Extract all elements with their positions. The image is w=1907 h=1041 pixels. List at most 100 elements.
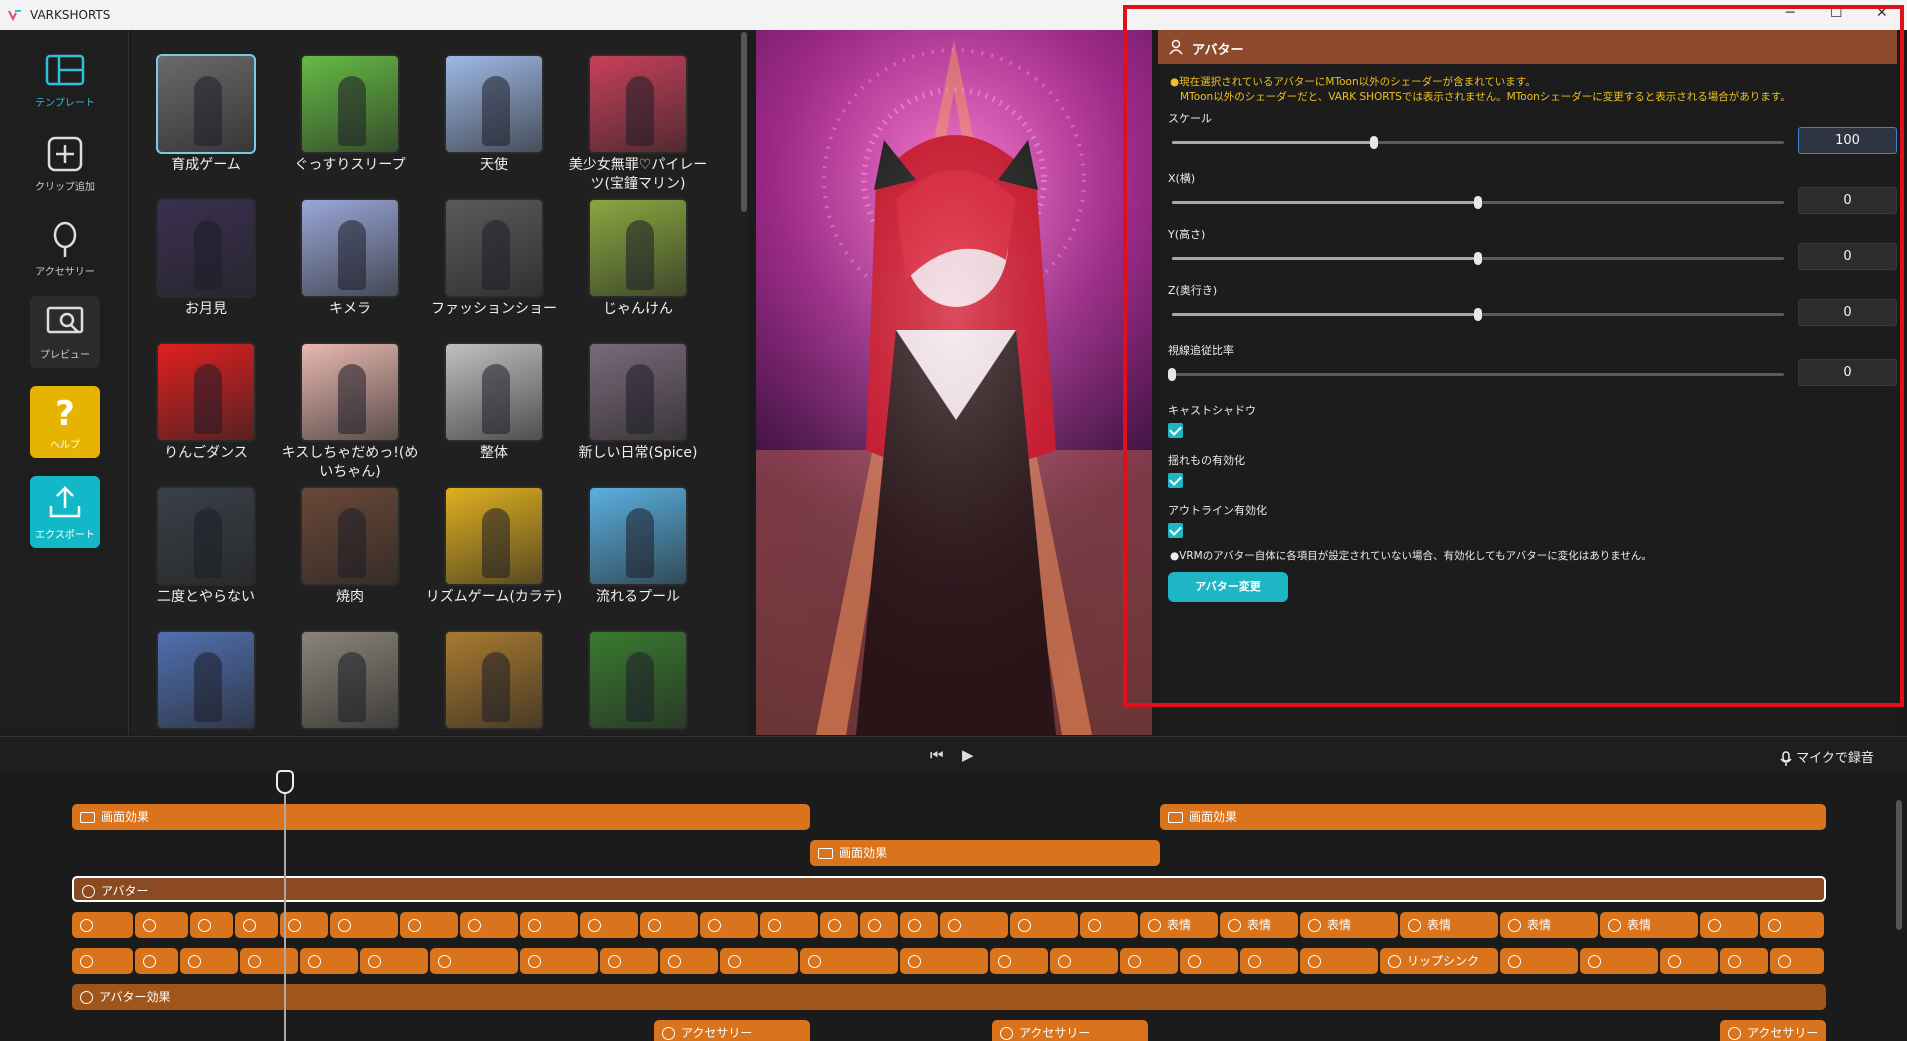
expression-clip[interactable] (190, 912, 233, 938)
lipsync-clip[interactable] (1180, 948, 1238, 974)
expression-clip[interactable]: 表情 (1300, 912, 1398, 938)
template-item[interactable] (136, 630, 276, 732)
template-item[interactable]: 育成ゲーム (136, 54, 276, 175)
expression-clip[interactable]: 表情 (1500, 912, 1598, 938)
lipsync-clip[interactable] (240, 948, 298, 974)
lipsync-clip[interactable] (300, 948, 358, 974)
expression-clip[interactable]: 表情 (1600, 912, 1698, 938)
skip-to-start-icon[interactable]: ⏮ (930, 746, 944, 764)
grid-scrollbar[interactable] (741, 30, 748, 735)
sidebar-item-template[interactable]: テンプレート (30, 44, 100, 116)
expression-clip[interactable] (1700, 912, 1758, 938)
lipsync-clip[interactable] (990, 948, 1048, 974)
avatar-effect-clip[interactable]: アバター効果 (72, 984, 1826, 1010)
slider-thumb[interactable] (1474, 308, 1482, 321)
change-avatar-button[interactable]: アバター変更 (1168, 572, 1288, 602)
sidebar-item-help[interactable]: ? ヘルプ (30, 386, 100, 458)
avatar-preview[interactable] (756, 30, 1152, 735)
template-item[interactable]: リズムゲーム(カラテ) (424, 486, 564, 607)
template-item[interactable]: キスしちゃだめっ!(めいちゃん) (280, 342, 420, 482)
expression-clip[interactable] (235, 912, 278, 938)
slider-thumb[interactable] (1474, 252, 1482, 265)
cast-shadow-checkbox[interactable] (1168, 423, 1183, 438)
template-item[interactable]: りんごダンス (136, 342, 276, 463)
sidebar-item-preview[interactable]: プレビュー (30, 296, 100, 368)
expression-clip[interactable] (820, 912, 858, 938)
screen-effect-clip[interactable]: 画面効果 (72, 804, 810, 830)
lipsync-clip[interactable] (1050, 948, 1118, 974)
expression-clip[interactable] (400, 912, 458, 938)
expression-clip[interactable] (280, 912, 328, 938)
record-mic-button[interactable]: マイクで録音 (1780, 747, 1874, 767)
timeline-scrollbar[interactable] (1896, 800, 1902, 930)
screen-effect-clip[interactable]: 画面効果 (810, 840, 1160, 866)
slider-track[interactable] (1172, 136, 1784, 149)
expression-clip[interactable]: 表情 (1220, 912, 1298, 938)
sidebar-item-accessory[interactable]: アクセサリー (30, 213, 100, 285)
lipsync-clip[interactable] (1120, 948, 1178, 974)
expression-clip[interactable] (940, 912, 1008, 938)
lipsync-clip[interactable] (1660, 948, 1718, 974)
slider-value-input[interactable]: 0 (1798, 243, 1897, 270)
playhead-handle[interactable] (276, 770, 294, 794)
template-item[interactable]: 焼肉 (280, 486, 420, 607)
expression-clip[interactable] (135, 912, 188, 938)
expression-clip[interactable] (1760, 912, 1824, 938)
lipsync-clip[interactable] (800, 948, 898, 974)
expression-clip[interactable] (760, 912, 818, 938)
slider-value-input[interactable]: 100 (1798, 127, 1897, 154)
expression-clip[interactable] (460, 912, 518, 938)
sidebar-item-export[interactable]: エクスポート (30, 476, 100, 548)
lipsync-clip[interactable] (72, 948, 133, 974)
slider-track[interactable] (1172, 308, 1784, 321)
template-item[interactable]: 新しい日常(Spice) (568, 342, 708, 463)
template-item[interactable]: 整体 (424, 342, 564, 463)
close-icon[interactable]: ✕ (1876, 5, 1888, 21)
maximize-icon[interactable]: ☐ (1830, 5, 1843, 21)
lipsync-clip[interactable] (360, 948, 428, 974)
lipsync-clip[interactable] (900, 948, 988, 974)
expression-clip[interactable] (860, 912, 898, 938)
template-item[interactable] (280, 630, 420, 732)
expression-clip[interactable] (700, 912, 758, 938)
expression-clip[interactable] (640, 912, 698, 938)
lipsync-clip[interactable] (1720, 948, 1768, 974)
template-item[interactable] (568, 630, 708, 732)
outline-checkbox[interactable] (1168, 523, 1183, 538)
slider-thumb[interactable] (1369, 136, 1378, 149)
slider-thumb[interactable] (1474, 196, 1482, 209)
template-item[interactable]: 天使 (424, 54, 564, 175)
lipsync-clip[interactable] (430, 948, 518, 974)
template-item[interactable]: 二度とやらない (136, 486, 276, 607)
template-item[interactable]: 流れるプール (568, 486, 708, 607)
slider-track[interactable] (1172, 196, 1784, 209)
lipsync-clip[interactable] (1770, 948, 1824, 974)
lipsync-clip[interactable] (720, 948, 798, 974)
sidebar-item-add-clip[interactable]: クリップ追加 (30, 128, 100, 200)
template-item[interactable]: お月見 (136, 198, 276, 319)
expression-clip[interactable] (520, 912, 578, 938)
expression-clip[interactable] (900, 912, 938, 938)
slider-value-input[interactable]: 0 (1798, 359, 1897, 386)
template-item[interactable]: ファッションショー (424, 198, 564, 319)
lipsync-clip[interactable] (180, 948, 238, 974)
expression-clip[interactable] (580, 912, 638, 938)
expression-clip[interactable] (72, 912, 133, 938)
template-item[interactable] (424, 630, 564, 732)
avatar-clip[interactable]: アバター (72, 876, 1826, 902)
expression-clip[interactable]: 表情 (1140, 912, 1218, 938)
expression-clip[interactable]: 表情 (1400, 912, 1498, 938)
screen-effect-clip[interactable]: 画面効果 (1160, 804, 1826, 830)
expression-clip[interactable] (330, 912, 398, 938)
lipsync-clip[interactable] (600, 948, 658, 974)
slider-thumb[interactable] (1168, 368, 1176, 381)
minimize-icon[interactable]: ─ (1786, 5, 1794, 21)
lipsync-clip[interactable] (660, 948, 718, 974)
lipsync-clip[interactable]: リップシンク (1380, 948, 1498, 974)
lipsync-clip[interactable] (1580, 948, 1658, 974)
lipsync-clip[interactable] (1500, 948, 1578, 974)
accessory-clip[interactable]: アクセサリー (654, 1020, 810, 1041)
slider-track[interactable] (1172, 252, 1784, 265)
slider-track[interactable] (1168, 368, 1784, 381)
expression-clip[interactable] (1010, 912, 1078, 938)
